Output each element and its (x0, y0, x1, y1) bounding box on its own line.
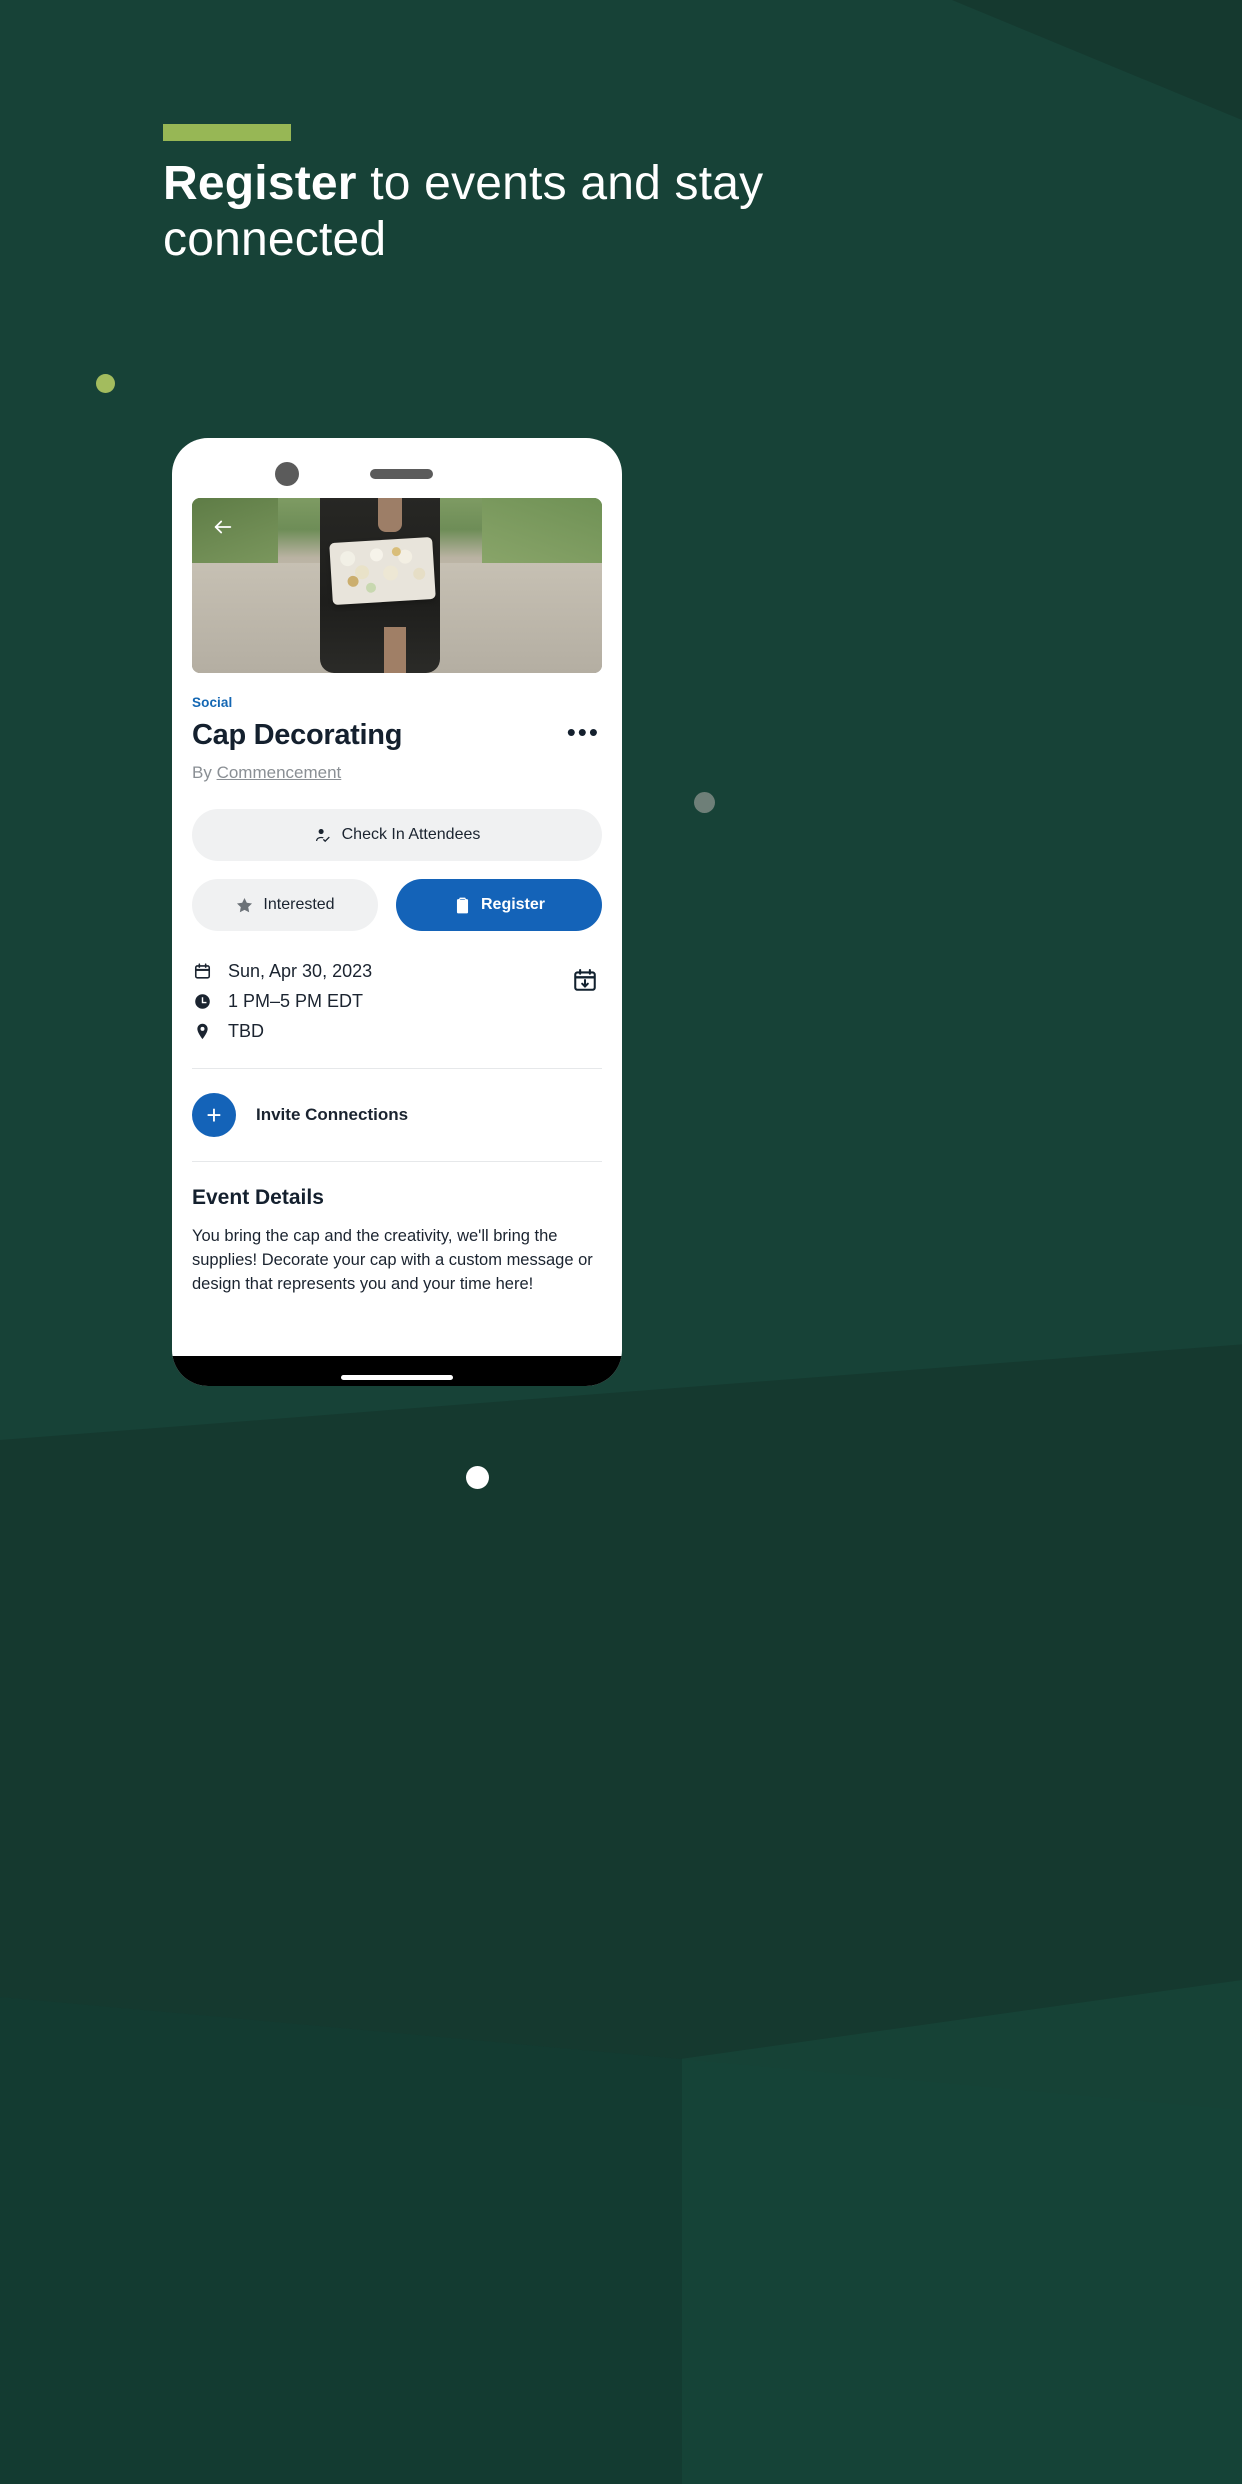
flower-icon (412, 567, 426, 581)
hero-arm (378, 498, 402, 532)
location-pin-icon (192, 1022, 212, 1042)
arrow-left-icon (214, 520, 232, 534)
overflow-menu-icon[interactable]: ••• (557, 719, 602, 745)
speaker-grill (370, 469, 433, 479)
calendar-add-icon (574, 969, 596, 991)
invite-connections-label: Invite Connections (256, 1105, 409, 1124)
decor-dot-gray (694, 792, 715, 813)
event-hero-image (192, 498, 602, 673)
event-details-heading: Event Details (192, 1186, 324, 1209)
accent-bar (163, 124, 291, 141)
event-time: 1 PM–5 PM EDT (228, 991, 364, 1011)
back-button[interactable] (208, 512, 238, 542)
check-in-attendees-button[interactable]: Check In Attendees (192, 809, 602, 861)
event-date: Sun, Apr 30, 2023 (228, 961, 373, 981)
event-details-body: You bring the cap and the creativity, we… (192, 1227, 593, 1293)
page-title: Register to events and stay connected (163, 156, 883, 268)
event-time-row: 1 PM–5 PM EDT (192, 991, 602, 1012)
flower-icon (365, 582, 377, 594)
divider (192, 1161, 602, 1162)
event-location: TBD (228, 1021, 264, 1041)
phone-mockup: Social Cap Decorating ••• By Commencemen… (172, 438, 622, 1386)
hero-leg (384, 627, 406, 673)
register-button[interactable]: Register (396, 879, 602, 931)
phone-top-bar (172, 438, 622, 498)
hero-graduation-cap (329, 536, 436, 606)
home-indicator[interactable] (341, 1375, 453, 1380)
event-title-row: Cap Decorating ••• (192, 719, 602, 752)
event-byline: By Commencement (192, 763, 602, 783)
background-band-right (682, 1980, 1242, 2484)
interested-button[interactable]: Interested (192, 879, 378, 931)
event-category: Social (192, 695, 233, 710)
home-indicator-bar (172, 1356, 622, 1386)
decor-dot-olive (96, 374, 115, 393)
add-to-calendar-button[interactable] (572, 967, 600, 995)
register-label: Register (480, 896, 546, 913)
calendar-icon (192, 962, 212, 982)
invite-connections-row[interactable]: + Invite Connections (192, 1069, 602, 1161)
event-title: Cap Decorating (192, 719, 403, 751)
organizer-link[interactable]: Commencement (217, 763, 342, 782)
event-location-row: TBD (192, 1021, 602, 1042)
event-meta: Sun, Apr 30, 2023 1 PM–5 PM EDT TBD (192, 961, 602, 1042)
flower-icon (382, 565, 399, 581)
background-corner-triangle (952, 0, 1242, 120)
plus-icon: + (192, 1093, 236, 1137)
page-indicator-dot (466, 1466, 489, 1489)
flower-icon (339, 550, 356, 567)
byline-prefix: By (192, 763, 217, 782)
primary-actions-row: Interested Register (192, 879, 602, 931)
clipboard-icon (456, 897, 469, 913)
event-date-row: Sun, Apr 30, 2023 (192, 961, 602, 982)
flower-icon (369, 547, 384, 562)
event-content: Social Cap Decorating ••• By Commencemen… (172, 673, 622, 1296)
check-in-label: Check In Attendees (341, 826, 481, 843)
headline-strong: Register (163, 157, 357, 210)
clock-icon (192, 992, 212, 1012)
interested-label: Interested (263, 896, 335, 913)
flower-icon (347, 575, 359, 588)
person-check-icon (315, 828, 330, 842)
star-icon (237, 897, 253, 912)
camera-icon (275, 462, 299, 486)
